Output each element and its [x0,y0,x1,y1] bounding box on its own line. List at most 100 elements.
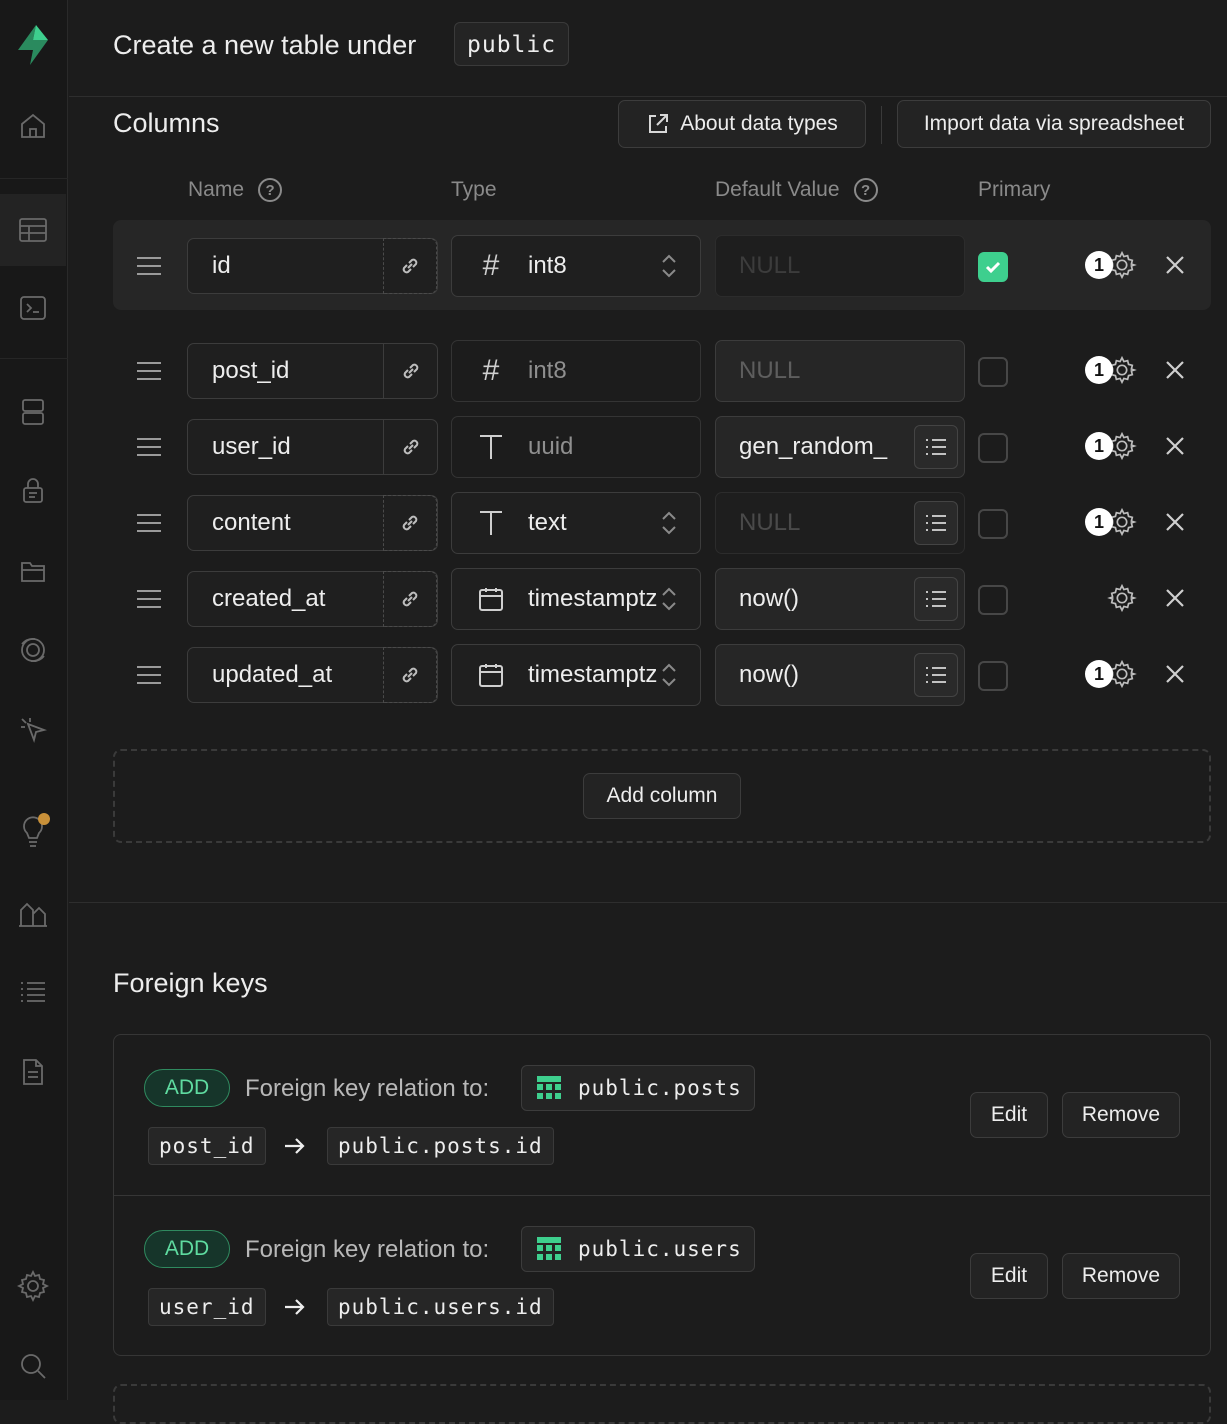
default-value-input[interactable]: NULL [715,492,965,554]
type-column-header: Type [451,178,497,202]
reports-icon[interactable] [0,892,66,936]
default-value-text: NULL [739,252,801,279]
about-data-types-button[interactable]: About data types [618,100,866,148]
logs-icon[interactable] [0,970,66,1014]
target-table-pill: public.posts [521,1065,755,1111]
target-column-pill: public.posts.id [327,1127,554,1165]
default-value-input[interactable]: gen_random_ [715,416,965,478]
advisors-bulb-icon[interactable] [0,808,66,856]
remove-column-close-icon[interactable] [1163,358,1187,382]
table-editor-icon[interactable] [0,194,66,266]
column-type-select[interactable]: # int8 [451,340,701,402]
default-value-input[interactable]: now() [715,644,965,706]
remove-column-close-icon[interactable] [1163,586,1187,610]
column-type-select[interactable]: timestamptz [451,644,701,706]
column-type-select[interactable]: # int8 [451,235,701,297]
default-value-input[interactable]: NULL [715,235,965,297]
foreign-keys-list: ADD Foreign key relation to: public.post… [113,1034,1211,1356]
primary-checkbox[interactable] [978,252,1008,282]
link-icon[interactable] [383,238,437,294]
column-name-input[interactable]: content [187,495,438,551]
edge-functions-icon[interactable] [0,708,66,752]
name-header-label: Name [188,178,245,201]
primary-checkbox[interactable] [978,661,1008,691]
source-column-pill: post_id [148,1127,266,1165]
column-type-select[interactable]: timestamptz [451,568,701,630]
drag-handle-icon[interactable] [137,514,161,532]
drag-handle-icon[interactable] [137,257,161,275]
schema-name: public [454,22,570,66]
default-value-input[interactable]: now() [715,568,965,630]
primary-column-header: Primary [978,178,1050,202]
primary-checkbox[interactable] [978,585,1008,615]
link-icon[interactable] [383,343,437,399]
link-icon[interactable] [383,647,437,703]
link-icon[interactable] [383,495,437,551]
primary-checkbox[interactable] [978,357,1008,387]
column-name-input[interactable]: post_id [187,343,438,399]
primary-header-label: Primary [978,178,1051,201]
default-column-header: Default Value ? [715,178,878,202]
relation-label: Foreign key relation to: [245,1236,490,1263]
default-value-input[interactable]: NULL [715,340,965,402]
suggestions-list-icon[interactable] [914,577,958,621]
remove-column-close-icon[interactable] [1163,662,1187,686]
column-settings-gear-icon[interactable] [1107,583,1137,613]
supabase-logo-icon[interactable] [0,20,66,70]
database-icon[interactable] [0,390,66,434]
drag-handle-icon[interactable] [137,438,161,456]
docs-icon[interactable] [0,1050,66,1094]
link-icon[interactable] [383,419,437,475]
count-badge: 1 [1085,251,1113,279]
default-value-text: gen_random_ [739,433,888,460]
column-name-input[interactable]: id [187,238,438,294]
remove-column-close-icon[interactable] [1163,434,1187,458]
realtime-icon[interactable] [0,628,66,672]
column-name-value: id [212,252,231,279]
primary-checkbox[interactable] [978,509,1008,539]
sql-editor-icon[interactable] [0,286,66,330]
suggestions-list-icon[interactable] [914,653,958,697]
text-icon [476,431,506,463]
edit-relation-button[interactable]: Edit [970,1092,1048,1138]
text-icon [476,507,506,539]
sidebar [0,0,68,1400]
default-value-text: NULL [739,357,801,384]
suggestions-list-icon[interactable] [914,501,958,545]
primary-checkbox[interactable] [978,433,1008,463]
target-table-name: public.posts [578,1076,742,1100]
panel-header: Create a new table under public [69,0,1227,97]
edit-relation-button[interactable]: Edit [970,1253,1048,1299]
remove-relation-button[interactable]: Remove [1062,1253,1180,1299]
count-badge: 1 [1085,432,1113,460]
suggestions-list-icon[interactable] [914,425,958,469]
auth-lock-icon[interactable] [0,468,66,512]
drag-handle-icon[interactable] [137,590,161,608]
column-name-input[interactable]: updated_at [187,647,438,703]
default-value-text: now() [739,585,800,612]
column-type-select[interactable]: text [451,492,701,554]
remove-relation-button[interactable]: Remove [1062,1092,1180,1138]
settings-gear-icon[interactable] [0,1264,66,1308]
import-spreadsheet-button[interactable]: Import data via spreadsheet [897,100,1211,148]
column-name-input[interactable]: created_at [187,571,438,627]
help-icon[interactable]: ? [853,178,878,202]
remove-label: Remove [1081,1264,1161,1287]
link-icon[interactable] [383,571,437,627]
foreign-keys-title: Foreign keys [113,968,268,998]
storage-icon[interactable] [0,548,66,592]
drag-handle-icon[interactable] [137,666,161,684]
foreign-key-relation: ADD Foreign key relation to: public.post… [114,1035,1210,1195]
drag-handle-icon[interactable] [137,362,161,380]
remove-column-close-icon[interactable] [1163,253,1187,277]
help-icon[interactable]: ? [258,178,283,202]
relation-label: Foreign key relation to: [245,1075,490,1102]
chevron-updown-icon [660,661,678,689]
column-type-select[interactable]: uuid [451,416,701,478]
column-name-input[interactable]: user_id [187,419,438,475]
home-icon[interactable] [0,104,66,148]
remove-column-close-icon[interactable] [1163,510,1187,534]
table-grid-icon [536,1236,562,1262]
add-column-button[interactable]: Add column [583,773,741,819]
search-icon[interactable] [0,1344,66,1388]
